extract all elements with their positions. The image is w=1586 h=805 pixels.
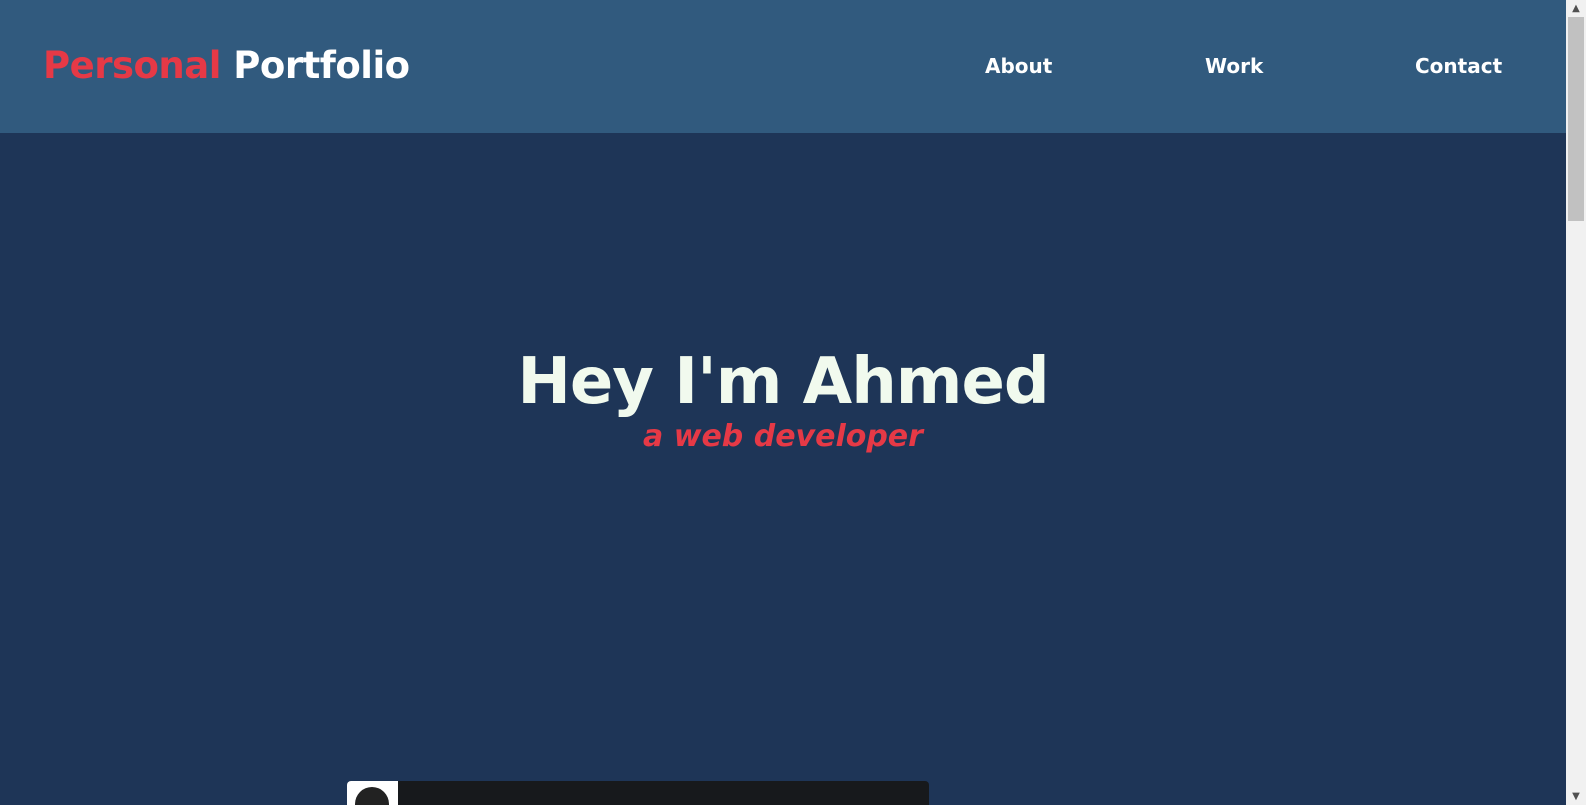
brand-main-text: Portfolio [233,44,410,87]
project-card-preview[interactable] [347,781,929,805]
nav-link-work[interactable]: Work [1205,54,1263,78]
vertical-scrollbar[interactable]: ▲ ▼ [1566,0,1586,805]
hero-subtitle: a web developer [643,419,923,454]
chevron-down-icon[interactable]: ▼ [1566,788,1586,805]
brand-accent-text: Personal [43,44,221,87]
page: Personal Portfolio About Work Contact He… [0,0,1586,805]
nav-link-contact[interactable]: Contact [1415,54,1502,78]
hero-title: Hey I'm Ahmed [517,345,1049,419]
site-logo[interactable]: Personal Portfolio [43,44,410,87]
nav-link-about[interactable]: About [985,54,1052,78]
project-thumbnail [347,781,398,805]
hero-section: Hey I'm Ahmed a web developer [0,133,1566,805]
chevron-up-icon[interactable]: ▲ [1566,0,1586,17]
scrollbar-thumb[interactable] [1568,17,1584,221]
navbar: Personal Portfolio About Work Contact [0,0,1566,133]
thumbnail-circle-icon [355,787,389,805]
